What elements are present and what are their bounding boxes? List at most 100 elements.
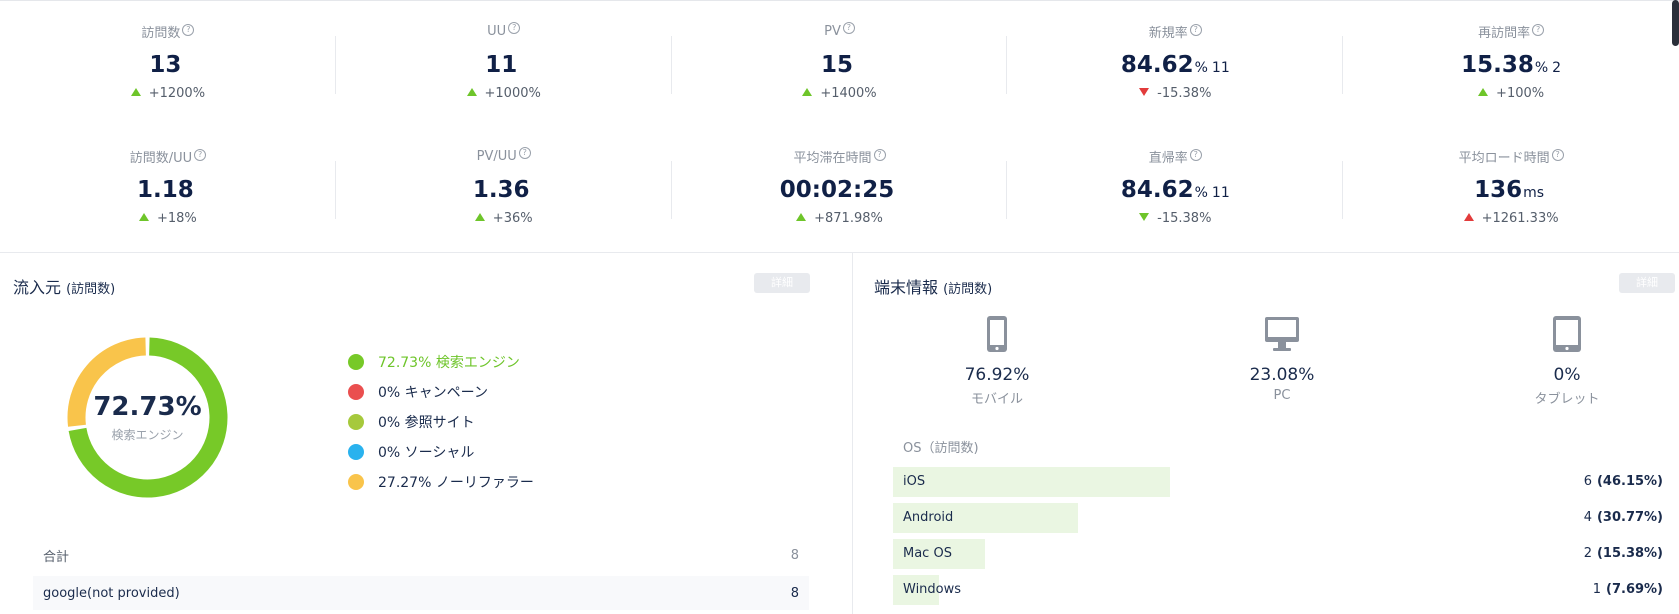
legend-dot-icon: [348, 474, 364, 490]
arrow-up-icon: [802, 88, 813, 96]
kpi-label: UU?: [336, 22, 672, 40]
kpi-change: -15.38%: [1007, 84, 1343, 104]
os-percent: (7.69%): [1606, 582, 1663, 597]
arrow-up-icon: [466, 88, 477, 96]
help-icon[interactable]: ?: [182, 24, 195, 36]
kpi-label-text: 新規率: [1148, 26, 1188, 41]
kpi-value: 136ms: [1343, 173, 1679, 207]
kpi-number: 84.62: [1120, 52, 1194, 78]
kpi-number: 15: [820, 52, 853, 78]
kpi-number: 13: [149, 52, 182, 78]
kpi-label: 訪問数?: [0, 22, 336, 41]
kpi-count: 11: [1211, 185, 1230, 201]
arrow-up-icon: [1478, 88, 1489, 96]
help-icon[interactable]: ?: [1532, 24, 1545, 36]
arrow-up-icon: [1463, 213, 1474, 221]
legend-item[interactable]: 72.73% 検索エンジン: [348, 347, 534, 377]
traffic-source-subtitle: (訪問数): [66, 282, 116, 297]
os-row[interactable]: iOS 6 (46.15%): [893, 467, 1663, 497]
help-icon[interactable]: ?: [1551, 149, 1564, 161]
smartphone-icon: [987, 316, 1007, 352]
kpi-unit: ms: [1523, 185, 1545, 201]
legend-dot-icon: [348, 414, 364, 430]
kpi-change: +100%: [1343, 84, 1679, 104]
kpi-unit: %: [1194, 185, 1208, 201]
kpi-label: PV/UU?: [336, 147, 672, 165]
total-label: 合計: [43, 549, 70, 565]
kpi-count: 2: [1552, 60, 1562, 76]
kpi-change: +36%: [336, 209, 672, 229]
help-icon[interactable]: ?: [194, 149, 207, 161]
device-detail-button[interactable]: 詳細: [1619, 273, 1675, 293]
source-value: 8: [790, 585, 799, 601]
kpi-card: UU? 11 +1000%: [336, 14, 672, 124]
kpi-card: 訪問数? 13 +1200%: [0, 14, 336, 124]
kpi-label-text: 平均ロード時間: [1458, 151, 1550, 166]
kpi-label: 直帰率?: [1007, 147, 1343, 166]
legend-item[interactable]: 0% 参照サイト: [348, 407, 534, 437]
kpi-change-text: +100%: [1496, 86, 1545, 101]
table-row[interactable]: google(not provided) 8: [33, 576, 809, 610]
kpi-card: PV/UU? 1.36 +36%: [336, 139, 672, 249]
mobile-percent: 76.92%: [964, 365, 1030, 385]
traffic-source-title-text: 流入元: [13, 278, 62, 297]
source-name: google(not provided): [43, 585, 180, 601]
os-count: 4: [1583, 510, 1592, 525]
device-info-subtitle: (訪問数): [943, 282, 993, 297]
donut-center-label: 検索エンジン: [111, 428, 184, 442]
kpi-change-text: +871.98%: [814, 211, 883, 226]
help-icon[interactable]: ?: [518, 147, 531, 159]
os-row[interactable]: Mac OS 2 (15.38%): [893, 539, 1663, 569]
kpi-value: 84.62% 11: [1007, 48, 1343, 82]
help-icon[interactable]: ?: [842, 22, 855, 34]
legend-text: 0% 参照サイト: [378, 415, 475, 431]
legend-text: 0% ソーシャル: [378, 445, 475, 461]
legend-dot-icon: [348, 354, 364, 370]
kpi-label-text: 平均滞在時間: [793, 151, 872, 166]
kpi-value: 13: [0, 48, 336, 82]
kpi-value: 11: [336, 48, 672, 82]
arrow-up-icon: [130, 88, 141, 96]
kpi-value: 84.62% 11: [1007, 173, 1343, 207]
help-icon[interactable]: ?: [873, 149, 886, 161]
kpi-change: +1200%: [0, 84, 336, 104]
os-name: Windows: [903, 582, 962, 597]
kpi-change-text: +1261.33%: [1481, 211, 1559, 226]
kpi-unit: %: [1534, 60, 1549, 76]
arrow-down-icon: [1139, 213, 1150, 221]
panel-divider: [852, 253, 853, 614]
traffic-detail-button[interactable]: 詳細: [754, 273, 810, 293]
os-percent: (46.15%): [1596, 474, 1663, 489]
legend-item[interactable]: 0% ソーシャル: [348, 437, 534, 467]
help-icon[interactable]: ?: [1189, 24, 1202, 36]
help-icon[interactable]: ?: [508, 22, 521, 34]
kpi-label: 平均滞在時間?: [672, 147, 1008, 166]
os-percent: (15.38%): [1596, 546, 1663, 561]
kpi-value: 15.38% 2: [1343, 48, 1679, 82]
os-row[interactable]: Android 4 (30.77%): [893, 503, 1663, 533]
legend-item[interactable]: 27.27% ノーリファラー: [348, 467, 534, 497]
mobile-label: モバイル: [970, 392, 1023, 407]
tablet-icon: [1553, 316, 1581, 352]
os-row[interactable]: Windows 1 (7.69%): [893, 575, 1663, 605]
help-icon[interactable]: ?: [1189, 149, 1202, 161]
kpi-card: 平均ロード時間? 136ms +1261.33%: [1343, 139, 1679, 249]
traffic-total-row: 合計 8: [33, 538, 809, 572]
traffic-source-title: 流入元 (訪問数): [13, 274, 115, 298]
kpi-change: -15.38%: [1007, 209, 1343, 229]
device-tablet: 0% タブレット: [1477, 315, 1657, 407]
kpi-number: 15.38: [1461, 52, 1534, 78]
kpi-row-1: 訪問数? 13 +1200% UU? 11 +1000% PV? 15 +1400% 新規率? 84…: [0, 14, 1679, 124]
legend-item[interactable]: 0% キャンペーン: [348, 377, 534, 407]
kpi-number: 00:02:25: [779, 177, 895, 203]
kpi-count: 11: [1211, 60, 1230, 76]
legend-text: 0% キャンペーン: [378, 385, 488, 401]
kpi-change-text: -15.38%: [1157, 86, 1212, 101]
kpi-row-2: 訪問数/UU? 1.18 +18% PV/UU? 1.36 +36% 平均滞在時間? 00:0…: [0, 139, 1679, 249]
kpi-number: 11: [485, 52, 518, 78]
device-info-title: 端末情報 (訪問数): [874, 274, 992, 298]
os-count: 1: [1592, 582, 1602, 597]
os-name: Mac OS: [903, 546, 952, 561]
pc-percent: 23.08%: [1249, 365, 1315, 385]
legend-text: 27.27% ノーリファラー: [378, 475, 534, 491]
